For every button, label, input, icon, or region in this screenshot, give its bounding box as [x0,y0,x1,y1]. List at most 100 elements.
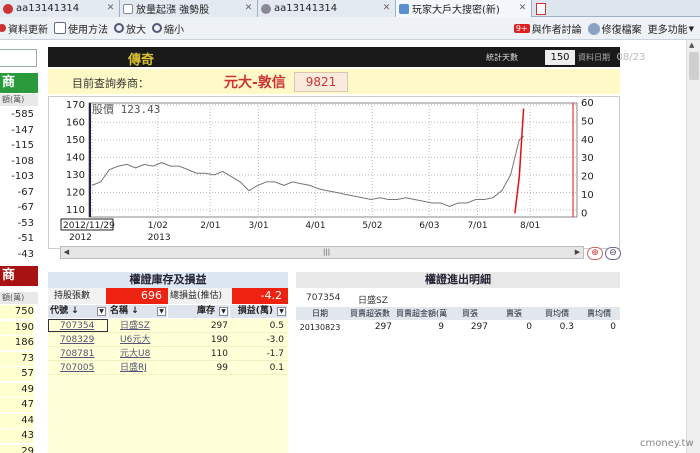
left-value: 186 [0,336,34,350]
detail-panel: 權證進出明細 707354 日盛SZ 日期 買賣超張數 買賣超金額(萬) 買張 … [296,267,620,453]
data-date-value: 08/23 [616,52,646,63]
inventory-empty-area [48,375,288,453]
refresh-button[interactable]: 資料更新 [0,21,48,36]
close-icon[interactable]: ✕ [517,3,528,14]
col-net-qty: 買賣超張數 [350,309,390,318]
y-right-tick-label: 20 [581,172,594,183]
page-title: 傳奇 [128,53,155,68]
col-pnl[interactable]: 損益(萬) ▼ [230,305,288,318]
table-row[interactable]: 708781 元大U8 110 -1.7 [48,347,288,361]
help-label: 使用方法 [68,24,108,36]
discuss-label: 與作者討論 [531,25,582,36]
tab-3[interactable]: aa13141314 ✕ [258,0,396,17]
help-button[interactable]: 使用方法 [54,21,108,36]
row-code[interactable]: 707354 [48,319,108,332]
row-name[interactable]: 日盛SZ [108,319,168,332]
row-code[interactable]: 708329 [48,333,108,346]
tab-1[interactable]: aa13141314 ✕ [0,0,120,17]
more-button[interactable]: 更多功能 ▼ [647,21,694,37]
scroll-right-icon[interactable]: ▶ [572,247,583,258]
row-pnl: 0.1 [269,363,284,373]
left-value: 44 [0,413,34,428]
chart-zoom-in-button[interactable]: ⊕ [587,247,603,260]
scroll-thumb[interactable] [689,52,699,80]
col-qty[interactable]: 庫存 ▼ [168,305,230,318]
left-value: -103 [11,171,34,182]
left-section-header-buy: 商 [0,73,38,93]
x-tick-label: 2/01 [200,221,220,231]
stat-days-input[interactable]: 150 [545,50,575,65]
scroll-up-icon[interactable]: ▲ [689,41,694,49]
close-icon[interactable]: ✕ [243,3,254,14]
chevron-down-icon: ▼ [688,24,694,33]
col-buy-avg: 買均價 [545,309,569,318]
pnl-value: -4.2 [232,288,288,304]
globe-icon [261,3,271,14]
chevron-down-icon[interactable]: ▼ [97,307,106,316]
y-right-tick-label: 30 [581,153,594,164]
y-right-tick-label: 40 [581,135,594,146]
page-scrollbar[interactable]: ▲ [686,40,700,453]
table-row[interactable]: 707354 日盛SZ 297 0.5 [48,319,288,333]
zoom-in-button[interactable]: 放大 [114,21,146,36]
chevron-down-icon[interactable]: ▼ [219,307,228,316]
broker-code-input[interactable]: 9821 [294,72,348,92]
close-icon[interactable]: ✕ [381,3,392,14]
x-tick-label: 1/02 [148,221,168,231]
chart-svg: 11012013014015016017001020304050602012/1… [60,98,594,243]
left-value: -585 [11,109,34,120]
row-name[interactable]: 日盛RJ [108,361,168,374]
scroll-thumb[interactable]: ||| [323,248,331,257]
col-qty-label: 庫存 [196,306,215,316]
chevron-down-icon[interactable]: ▼ [157,307,166,316]
col-sell-avg: 賣均價 [587,309,611,318]
holdings-label: 持股張數 [48,288,106,304]
col-code[interactable]: 代號 ↓ ▼ [48,305,108,318]
tab-4[interactable]: 玩家大戶大搜密(新) ✕ [396,0,532,17]
chart-zoom-out-button[interactable]: ⊖ [605,247,621,260]
row-code[interactable]: 708781 [48,347,108,360]
tab-label: aa13141314 [274,3,338,14]
zoom-out-button[interactable]: 縮小 [152,21,184,36]
row-pnl: -1.7 [266,349,284,359]
row-qty: 110 [210,349,228,359]
query-label: 目前查詢券商： [72,77,149,90]
chevron-down-icon[interactable]: ▼ [277,307,286,316]
repair-button[interactable]: 修復檔案 [587,21,642,36]
row-name[interactable]: 元大U8 [108,347,168,360]
row-code[interactable]: 707005 [48,361,108,374]
repair-label: 修復檔案 [601,25,642,36]
row-qty: 190 [210,335,228,345]
discuss-button[interactable]: 9+ 與作者討論 [513,21,582,36]
col-name[interactable]: 名稱 ↓ ▼ [108,305,168,318]
x-tick-label: 8/01 [520,221,540,231]
zoom-in-label: 放大 [126,24,146,36]
tab-2[interactable]: 放量起漲 強勢股 ✕ [120,0,258,17]
broker-name: 元大-敦信 [224,75,286,91]
y-right-tick-label: 60 [581,98,594,109]
search-input[interactable] [0,49,37,67]
notification-badge: 9+ [513,24,530,33]
row-net-amt: 9 [438,322,444,332]
y-left-tick-label: 150 [66,135,85,146]
left-value: -147 [11,124,34,136]
new-tab-button[interactable] [532,0,550,17]
tab-label: aa13141314 [16,3,80,14]
table-row[interactable]: 708329 U6元大 190 -3.0 [48,333,288,347]
row-name[interactable]: U6元大 [108,333,168,346]
y-left-tick-label: 160 [66,117,85,128]
scroll-left-icon[interactable]: ◀ [61,247,72,258]
zoom-out-icon [152,23,162,33]
more-label: 更多功能 [647,25,688,36]
y-left-tick-label: 120 [66,187,85,198]
left-value: 73 [0,351,34,366]
refresh-icon [0,24,6,32]
close-icon[interactable]: ✕ [105,3,116,14]
row-pnl: 0.5 [269,321,284,331]
col-date: 日期 [312,309,328,318]
left-value: -53 [17,217,34,229]
chart-scrollbar[interactable]: ◀ ||| ▶ [60,246,584,259]
detail-header: 日期 買賣超張數 買賣超金額(萬) 買張 賣張 買均價 賣均價 [296,307,620,320]
left-value: 190 [0,320,34,335]
table-row[interactable]: 707005 日盛RJ 99 0.1 [48,361,288,375]
